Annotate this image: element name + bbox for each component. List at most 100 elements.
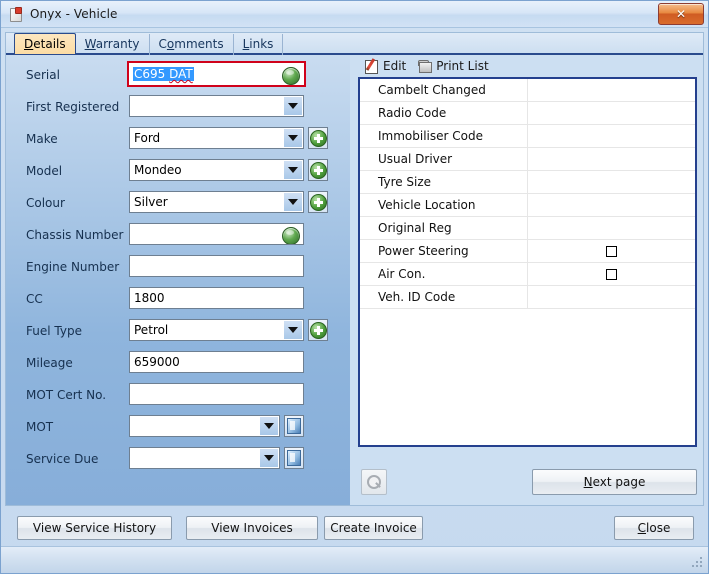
row-value[interactable] (528, 217, 695, 239)
field-row-serial: Serial C695 DAT (6, 61, 350, 95)
row-value[interactable] (528, 79, 695, 101)
chevron-down-icon[interactable] (260, 417, 278, 435)
document-icon (8, 6, 24, 22)
tab-details-label: etails (33, 37, 66, 51)
model-value: Mondeo (134, 163, 182, 177)
engine-number-input[interactable] (129, 255, 304, 277)
add-colour-button[interactable] (308, 191, 328, 213)
next-page-accel: N (583, 475, 593, 489)
row-label: Immobiliser Code (360, 125, 528, 147)
table-row[interactable]: Cambelt Changed (360, 79, 695, 102)
table-row[interactable]: Vehicle Location (360, 194, 695, 217)
cc-input[interactable]: 1800 (129, 287, 304, 309)
mot-cert-no-input[interactable] (129, 383, 304, 405)
row-label: Veh. ID Code (360, 286, 528, 308)
row-value[interactable] (528, 171, 695, 193)
row-value[interactable] (528, 240, 695, 262)
serial-input[interactable]: C695 DAT (130, 64, 303, 85)
model-combo[interactable]: Mondeo (129, 159, 304, 181)
field-row-make: Make Ford (6, 127, 350, 159)
serial-selected-text: C695 DAT (133, 67, 194, 81)
engine-number-label: Engine Number (26, 260, 120, 274)
calendar-icon (287, 450, 301, 466)
create-invoice-button[interactable]: Create Invoice (324, 516, 423, 540)
chevron-down-icon[interactable] (284, 97, 302, 115)
table-row[interactable]: Original Reg (360, 217, 695, 240)
magnifier-icon (367, 475, 381, 489)
row-label: Air Con. (360, 263, 528, 285)
vehicle-form: Serial C695 DAT First Registered Make Fo… (6, 55, 350, 505)
plus-icon (309, 161, 327, 179)
field-row-mileage: Mileage 659000 (6, 351, 350, 383)
row-value[interactable] (528, 263, 695, 285)
print-list-label: Print List (436, 59, 489, 73)
row-value[interactable] (528, 286, 695, 308)
view-service-history-label: View Service History (32, 521, 157, 535)
service-due-calendar-button[interactable] (284, 447, 304, 469)
table-row[interactable]: Air Con. (360, 263, 695, 286)
chassis-number-input[interactable] (129, 223, 304, 245)
next-page-label: ext page (592, 475, 646, 489)
add-fuel-type-button[interactable] (308, 319, 328, 341)
close-button[interactable]: Close (614, 516, 694, 540)
globe-icon[interactable] (282, 67, 300, 85)
globe-icon[interactable] (282, 227, 300, 244)
edit-pencil-icon (365, 58, 379, 74)
print-list-button[interactable]: Print List (415, 58, 491, 74)
row-label: Vehicle Location (360, 194, 528, 216)
edit-button[interactable]: Edit (362, 58, 409, 74)
plus-icon (309, 321, 327, 339)
extra-details-list[interactable]: Cambelt Changed Radio Code Immobiliser C… (358, 77, 697, 447)
client-area: Details Warranty Comments Links Serial C695… (1, 28, 708, 573)
serial-value-part2: DAT (169, 67, 193, 81)
serial-field-wrapper[interactable]: C695 DAT (127, 61, 306, 87)
fuel-type-value: Petrol (134, 323, 169, 337)
tab-warranty-accel: W (84, 37, 96, 51)
tab-details[interactable]: Details (14, 33, 76, 54)
tab-comments-label: mments (174, 37, 224, 51)
resize-grip[interactable] (692, 557, 704, 569)
field-row-chassis-number: Chassis Number (6, 223, 350, 255)
tab-warranty[interactable]: Warranty (76, 34, 150, 55)
chevron-down-icon[interactable] (260, 449, 278, 467)
bottom-button-bar: View Service History View Invoices Creat… (5, 512, 704, 546)
mot-calendar-button[interactable] (284, 415, 304, 437)
tab-links-label: inks (249, 37, 274, 51)
table-row[interactable]: Immobiliser Code (360, 125, 695, 148)
next-page-button[interactable]: Next page (532, 469, 697, 495)
search-button[interactable] (361, 469, 387, 495)
field-row-mot-cert-no: MOT Cert No. (6, 383, 350, 415)
chevron-down-icon[interactable] (284, 129, 302, 147)
mot-combo[interactable] (129, 415, 280, 437)
tab-comments[interactable]: Comments (150, 34, 234, 55)
row-value[interactable] (528, 194, 695, 216)
colour-combo[interactable]: Silver (129, 191, 304, 213)
mileage-input[interactable]: 659000 (129, 351, 304, 373)
row-value[interactable] (528, 148, 695, 170)
table-row[interactable]: Power Steering (360, 240, 695, 263)
table-row[interactable]: Radio Code (360, 102, 695, 125)
view-service-history-button[interactable]: View Service History (17, 516, 172, 540)
chevron-down-icon[interactable] (284, 193, 302, 211)
field-row-first-registered: First Registered (6, 95, 350, 127)
row-value[interactable] (528, 125, 695, 147)
make-combo[interactable]: Ford (129, 127, 304, 149)
table-row[interactable]: Veh. ID Code (360, 286, 695, 309)
view-invoices-button[interactable]: View Invoices (186, 516, 318, 540)
tab-links[interactable]: Links (234, 34, 284, 55)
table-row[interactable]: Tyre Size (360, 171, 695, 194)
title-bar[interactable]: Onyx - Vehicle ✕ (1, 1, 708, 28)
add-make-button[interactable] (308, 127, 328, 149)
row-value[interactable] (528, 102, 695, 124)
table-row[interactable]: Usual Driver (360, 148, 695, 171)
chevron-down-icon[interactable] (284, 321, 302, 339)
power-steering-checkbox[interactable] (606, 245, 617, 257)
add-model-button[interactable] (308, 159, 328, 181)
air-con-checkbox[interactable] (606, 268, 617, 280)
first-registered-combo[interactable] (129, 95, 304, 117)
window-close-button[interactable]: ✕ (658, 3, 704, 25)
service-due-combo[interactable] (129, 447, 280, 469)
fuel-type-combo[interactable]: Petrol (129, 319, 304, 341)
mileage-value: 659000 (134, 355, 180, 369)
chevron-down-icon[interactable] (284, 161, 302, 179)
